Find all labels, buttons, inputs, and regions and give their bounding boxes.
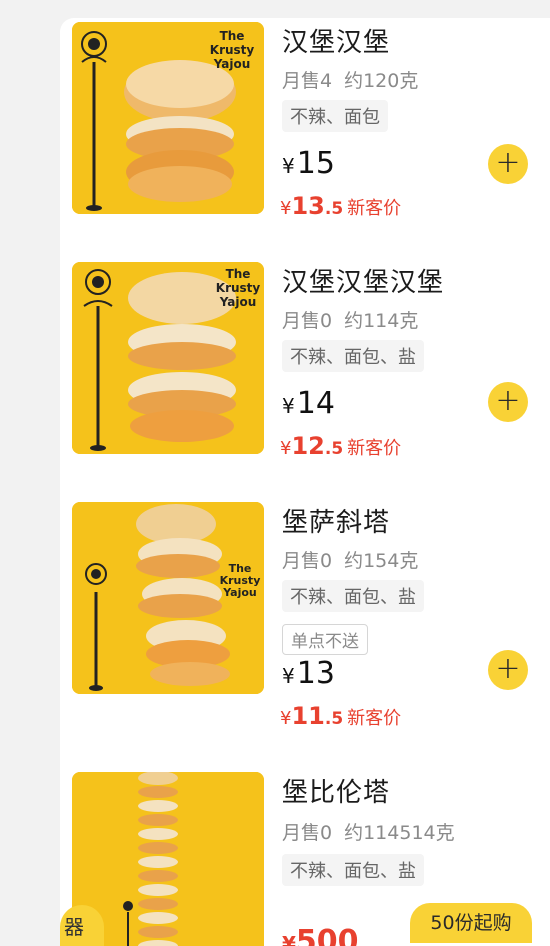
product-image[interactable]: The Krusty Yajou xyxy=(72,262,264,454)
item-sales: 月售0 约154克 xyxy=(282,546,430,573)
item-price: ¥14 xyxy=(282,386,335,421)
add-to-cart-button[interactable]: + xyxy=(488,144,528,184)
image-brand-text: The xyxy=(220,29,245,43)
monthly-sold: 月售4 xyxy=(282,70,333,92)
new-customer-price: ¥13.5 新客价 xyxy=(280,192,401,220)
new-customer-price: ¥11.5 新客价 xyxy=(280,702,401,730)
min-order-button[interactable]: 50份起购 xyxy=(410,903,532,943)
item-weight: 约120克 xyxy=(344,70,419,92)
product-image[interactable]: The Krusty Yajou xyxy=(72,502,264,694)
new-price-dec: .5 xyxy=(324,709,344,729)
item-weight: 约114克 xyxy=(344,310,419,332)
price-value: 500 xyxy=(295,924,359,946)
add-to-cart-button[interactable]: + xyxy=(488,650,528,690)
item-name[interactable]: 堡比伦塔 xyxy=(282,772,390,809)
new-customer-price: ¥12.5 新客价 xyxy=(280,432,401,460)
item-weight: 约154克 xyxy=(344,550,419,572)
item-tags: 不辣、面包、盐 xyxy=(282,580,424,612)
new-customer-label: 新客价 xyxy=(347,198,402,219)
currency-symbol: ¥ xyxy=(280,438,292,459)
image-brand-text: Krusty xyxy=(216,281,261,295)
add-to-cart-button[interactable]: + xyxy=(488,382,528,422)
item-price: ¥15 xyxy=(282,146,335,181)
new-customer-label: 新客价 xyxy=(347,438,402,459)
currency-symbol: ¥ xyxy=(282,664,295,688)
item-name[interactable]: 汉堡汉堡 xyxy=(282,22,390,59)
currency-symbol: ¥ xyxy=(282,394,295,418)
item-sales: 月售0 约114克 xyxy=(282,306,430,333)
plus-icon: + xyxy=(495,650,521,686)
item-name[interactable]: 汉堡汉堡汉堡 xyxy=(282,262,444,299)
item-sales: 月售4 约120克 xyxy=(282,66,430,93)
new-price-dec: .5 xyxy=(324,439,344,459)
monthly-sold: 月售0 xyxy=(282,310,333,332)
item-price: ¥500 xyxy=(282,924,359,946)
currency-symbol: ¥ xyxy=(282,932,296,946)
item-tags: 不辣、面包、盐 xyxy=(282,340,424,372)
image-brand-text: The xyxy=(226,267,251,281)
currency-symbol: ¥ xyxy=(280,708,292,729)
new-price-dec: .5 xyxy=(324,199,344,219)
new-price-int: 12 xyxy=(291,432,325,460)
currency-symbol: ¥ xyxy=(282,154,295,178)
item-weight: 约114514克 xyxy=(344,822,455,844)
monthly-sold: 月售0 xyxy=(282,822,333,844)
image-brand-text: Yajou xyxy=(222,586,257,599)
product-image[interactable]: The Krusty Yajou xyxy=(72,22,264,214)
price-value: 14 xyxy=(296,386,335,421)
new-price-int: 11 xyxy=(291,702,325,730)
new-price-int: 13 xyxy=(291,192,325,220)
no-single-delivery-badge: 单点不送 xyxy=(282,624,368,655)
image-brand-text: Krusty xyxy=(210,43,255,57)
item-tags: 不辣、面包、盐 xyxy=(282,854,424,886)
item-tags: 不辣、面包 xyxy=(282,100,388,132)
item-price: ¥13 xyxy=(282,656,335,691)
item-name[interactable]: 堡萨斜塔 xyxy=(282,502,390,539)
image-brand-text: Yajou xyxy=(219,295,257,309)
new-customer-label: 新客价 xyxy=(347,708,402,729)
left-floating-tab[interactable]: 器 xyxy=(60,905,104,946)
monthly-sold: 月售0 xyxy=(282,550,333,572)
price-value: 15 xyxy=(296,146,335,181)
price-value: 13 xyxy=(296,656,335,691)
plus-icon: + xyxy=(495,144,521,180)
currency-symbol: ¥ xyxy=(280,198,292,219)
plus-icon: + xyxy=(495,382,521,418)
item-sales: 月售0 约114514克 xyxy=(282,818,467,845)
menu-list-panel: The Krusty Yajou 汉堡汉堡 月售4 约120克 不辣、面包 ¥15… xyxy=(60,18,550,946)
image-brand-text: Yajou xyxy=(213,57,251,71)
